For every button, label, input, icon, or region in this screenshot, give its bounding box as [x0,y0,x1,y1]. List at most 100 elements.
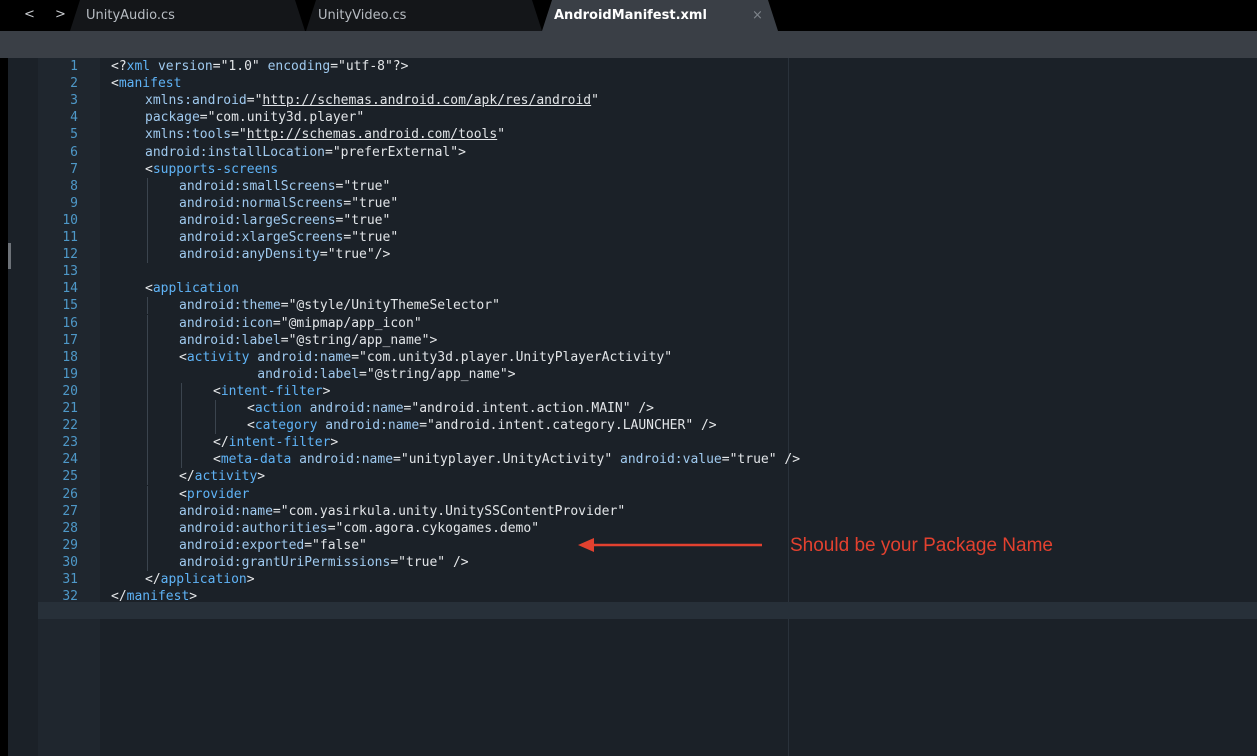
code-line[interactable]: 10 android:largeScreens="true" [0,211,1257,229]
line-number: 20 [62,383,78,399]
code-line[interactable]: 15 android:theme="@style/UnityThemeSelect… [0,297,1257,315]
code-editor[interactable]: 1 <?xml version="1.0" encoding="utf-8"?> 2… [0,58,1257,756]
code-line[interactable]: 21 <action android:name="android.intent.a… [0,400,1257,417]
code-line[interactable]: 9 android:normalScreens="true" [0,194,1257,212]
code-token: <? [111,59,127,74]
code-line[interactable]: 26 <provider [0,485,1257,503]
code-line[interactable]: 7 <supports-screens [0,161,1257,178]
code-token: com.unity3d.player [215,110,357,126]
code-line[interactable]: 8 android:smallScreens="true" [0,177,1257,195]
code-token: android:theme [179,298,281,314]
code-line[interactable]: 27 android:name="com.yasirkula.unity.Unit… [0,502,1257,520]
tab-androidmanifest[interactable]: AndroidManifest.xml × [542,0,778,31]
code-token: =" [343,230,360,245]
code-line[interactable]: 11 android:xlargeScreens="true" [0,229,1257,246]
code-line[interactable]: 18 <activity android:name="com.unity3d.pl… [0,348,1257,366]
code-line[interactable]: 20 <intent-filter> [0,382,1257,400]
code-token: </ [145,572,161,587]
code-line[interactable]: 17 android:label="@string/app_name"> [0,331,1257,349]
code-token: manifest [118,76,182,92]
code-token: =" [280,332,297,348]
code-line[interactable]: 2 <manifest [0,75,1257,92]
code-token: android:xlargeScreens [179,230,344,245]
code-token: true [335,247,367,263]
code-token: " [251,59,260,74]
code-token: android:value [620,452,722,468]
code-line[interactable]: 19 android:label="@string/app_name"> [0,365,1257,383]
line-number: 18 [62,349,78,365]
code-token: < [145,161,153,177]
code-line[interactable]: 6 android:installLocation="preferExternal… [0,144,1257,161]
line-number: 30 [62,554,78,570]
code-token: version [157,59,213,74]
code-line[interactable]: 25 </activity> [0,468,1257,486]
code-line[interactable]: 28 android:authorities="com.agora.cykogam… [0,519,1257,537]
code-line[interactable]: 1 <?xml version="1.0" encoding="utf-8"?> [0,58,1257,75]
code-token: =" [280,298,297,314]
code-line[interactable]: 4 package="com.unity3d.player" [0,109,1257,126]
code-line[interactable]: 14 <application [0,280,1257,297]
indent-guide [147,553,148,571]
code-token: =" [359,366,375,382]
code-line[interactable]: 23 </intent-filter> [0,434,1257,452]
code-token: com.agora.cykogames.demo [343,520,532,536]
code-line[interactable]: 5 xmlns:tools="http://schemas.android.com… [0,126,1257,143]
code-text: <activity android:name="com.unity3d.play… [179,349,672,366]
code-text: <category android:name="android.intent.c… [247,417,717,434]
code-text: xmlns:tools="http://schemas.android.com/… [145,126,505,143]
code-token: android:name [309,401,404,416]
code-token: preferExternal [340,144,451,160]
tab-unityaudio[interactable]: UnityAudio.cs [70,0,305,31]
code-line[interactable]: 24 <meta-data android:name="unityplayer.U… [0,451,1257,469]
code-line[interactable]: 12 android:anyDensity="true"/> [0,246,1257,264]
code-token: =" [343,195,360,211]
line-number: 31 [62,572,78,587]
code-text: android:exported="false" [179,537,367,554]
code-line[interactable]: 30 android:grantUriPermissions="true" /> [0,553,1257,571]
code-line[interactable]: 13 [0,263,1257,280]
code-token: > [330,435,339,451]
indent-guide [147,417,148,435]
code-token: android.intent.action.MAIN [419,401,623,416]
code-line[interactable]: 22 <category android:name="android.intent… [0,417,1257,435]
code-text: package="com.unity3d.player" [145,109,364,126]
code-token: true [359,230,391,245]
code-token: < [247,418,255,434]
line-number: 2 [70,76,78,92]
tab-label: AndroidManifest.xml [554,8,707,23]
code-text: <meta-data android:name="unityplayer.Uni… [213,451,800,468]
indent-guide [181,434,182,452]
code-text: <provider [179,486,249,503]
close-icon[interactable]: × [752,0,763,31]
code-token: "> [450,144,466,160]
code-line[interactable]: 3 xmlns:android="http://schemas.android.c… [0,92,1257,109]
forward-arrow-icon[interactable]: > [55,7,66,23]
indent-guide [147,451,148,469]
code-token: "> [421,332,438,348]
code-token: =" [721,452,738,468]
code-line[interactable]: 31 </application> [0,571,1257,588]
back-arrow-icon[interactable]: < [24,7,35,23]
code-line[interactable]: 16 android:icon="@mipmap/app_icon" [0,314,1257,332]
line-number: 13 [62,264,78,280]
code-token: =" [199,110,216,126]
code-token: " [413,315,422,331]
code-token: application [160,572,247,587]
code-token: android:grantUriPermissions [179,554,391,570]
line-number: 4 [70,110,78,126]
line-number: 12 [62,247,78,263]
line-number: 3 [70,93,78,109]
code-text: xmlns:android="http://schemas.android.co… [145,92,599,109]
indent-guide [147,485,148,503]
code-line[interactable]: 32 </manifest> [0,588,1257,605]
code-token: true [405,554,438,570]
line-number: 10 [62,212,78,228]
code-token: android:name [325,418,420,434]
code-text: <intent-filter> [213,383,330,400]
code-text: </application> [145,571,255,588]
code-token: =" [246,93,263,109]
tab-unityvideo[interactable]: UnityVideo.cs [306,0,542,31]
